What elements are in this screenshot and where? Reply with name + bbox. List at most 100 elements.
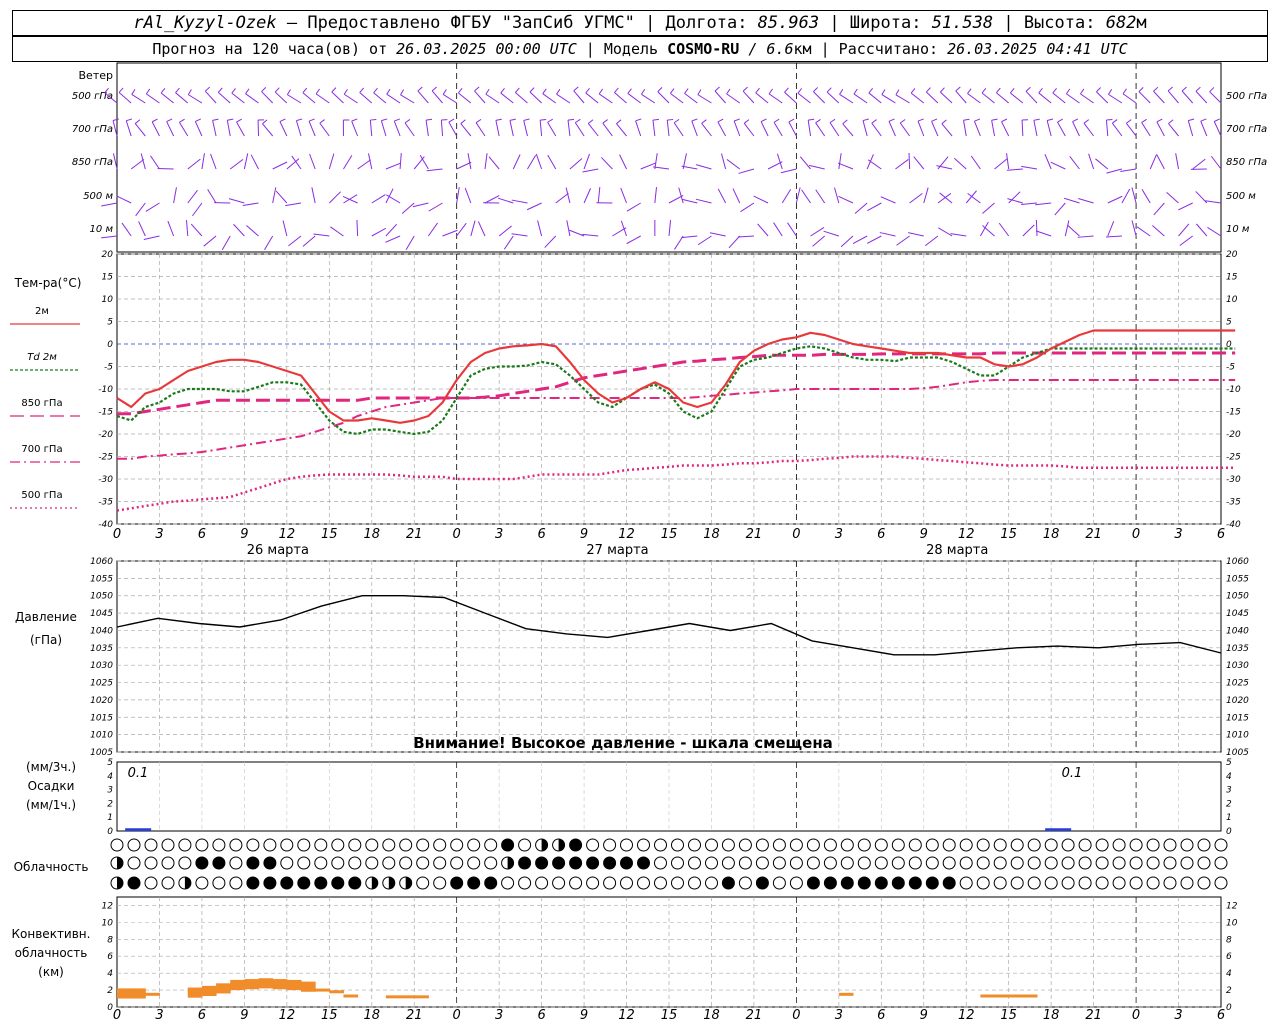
wind-barb bbox=[242, 202, 259, 207]
cloud-symbol bbox=[518, 856, 532, 870]
wind-barb bbox=[787, 222, 797, 237]
wind-barb bbox=[282, 220, 288, 237]
conv-bar bbox=[838, 992, 854, 996]
wind-barb-flag bbox=[888, 118, 895, 122]
wind-barb bbox=[203, 235, 217, 247]
panels: 20 2015 1510 105 50 0-5 -5-10 -10-15 -15-20 -20-2… bbox=[90, 62, 1249, 1023]
precip-title: Осадки bbox=[28, 779, 75, 793]
cloud-symbol bbox=[857, 876, 871, 890]
conv-ytick-right: 2 bbox=[1226, 986, 1232, 996]
wind-barb bbox=[871, 122, 882, 137]
wind-barb bbox=[512, 154, 521, 170]
wind-barb bbox=[1178, 202, 1193, 211]
wind-barb bbox=[840, 235, 854, 248]
wind-barb bbox=[773, 121, 783, 137]
wind-barb-flag bbox=[417, 86, 423, 92]
pressure-ytick-right: 1020 bbox=[1226, 696, 1249, 706]
wind-barb bbox=[641, 93, 656, 104]
cloud-symbol-half bbox=[388, 877, 395, 889]
conv-xtick: 0 bbox=[113, 1008, 121, 1023]
temp-xtick: 9 bbox=[240, 527, 248, 542]
wind-barb bbox=[484, 195, 500, 204]
wind-barb-flag bbox=[509, 118, 516, 121]
wind-barb-flag bbox=[587, 119, 594, 124]
day-label: 27 марта bbox=[586, 543, 648, 558]
cloud-symbol bbox=[959, 838, 973, 852]
cloud-symbol bbox=[671, 876, 684, 890]
wind-barb-flag bbox=[373, 87, 378, 94]
cloud-symbol bbox=[552, 856, 566, 870]
wind-barb bbox=[343, 93, 358, 104]
cloud-symbol bbox=[976, 856, 990, 870]
wind-barb-flag bbox=[895, 89, 900, 96]
wind-barb-flag bbox=[547, 118, 553, 123]
conv-bar bbox=[980, 994, 996, 998]
temp-ytick-left: -20 bbox=[98, 430, 113, 440]
wind-barb bbox=[526, 202, 542, 211]
temp-ytick-right: 10 bbox=[1226, 295, 1238, 305]
cloud-symbol bbox=[755, 876, 769, 890]
wind-barb bbox=[264, 235, 274, 250]
wind-barb bbox=[442, 94, 457, 104]
cloud-symbol bbox=[467, 876, 481, 890]
legend-label: Td 2м bbox=[27, 352, 57, 363]
temp-xtick: 12 bbox=[279, 527, 296, 542]
cloud-symbol bbox=[450, 856, 464, 870]
wind-barb-flag bbox=[669, 88, 675, 94]
cloud-symbol bbox=[806, 856, 820, 870]
wind-barb bbox=[812, 235, 826, 247]
temp-ytick-left: 5 bbox=[107, 318, 113, 328]
cloud-symbol-half bbox=[541, 839, 548, 851]
conv-bar bbox=[201, 985, 217, 996]
wind-barb bbox=[190, 223, 203, 237]
wind-barb bbox=[357, 159, 371, 170]
cloud-symbol bbox=[1010, 856, 1024, 870]
temp-ytick-left: -30 bbox=[98, 475, 113, 485]
temp-xtick: 3 bbox=[1174, 527, 1182, 542]
wind-barb-flag bbox=[900, 119, 906, 124]
wind-barb bbox=[308, 121, 316, 137]
wind-barb-flag bbox=[657, 87, 663, 92]
wind-barb bbox=[670, 92, 684, 104]
wind-barb-flag bbox=[991, 118, 998, 121]
cloud-symbol bbox=[654, 876, 667, 890]
cloud-symbol bbox=[1027, 876, 1041, 890]
wind-barb bbox=[359, 92, 373, 104]
conv-unit: (км) bbox=[38, 965, 64, 979]
wind-barb-flag bbox=[667, 118, 674, 121]
wind-barb bbox=[1205, 200, 1222, 204]
wind-barb bbox=[134, 123, 146, 137]
cloud-symbol bbox=[620, 838, 633, 852]
wind-barb bbox=[582, 168, 599, 173]
cloud-symbol bbox=[1027, 856, 1041, 870]
wind-level-label-left: 10 м bbox=[90, 224, 114, 235]
temp-ytick-right: -20 bbox=[1226, 430, 1241, 440]
cloud-symbol bbox=[178, 838, 192, 852]
wind-barb bbox=[233, 223, 245, 237]
wind-barb bbox=[1052, 92, 1066, 104]
cloud-symbol bbox=[161, 838, 175, 852]
wind-barb bbox=[302, 92, 316, 104]
wind-barb bbox=[1001, 121, 1010, 137]
cloud-symbol bbox=[144, 838, 158, 852]
wind-barb bbox=[328, 153, 335, 170]
wind-barb-flag bbox=[815, 119, 821, 124]
wind-barb bbox=[913, 156, 925, 170]
conv-ytick-left: 8 bbox=[107, 935, 113, 945]
cloud-symbol bbox=[671, 856, 684, 870]
wind-barb bbox=[657, 91, 670, 104]
wind-barb-flag bbox=[212, 118, 219, 121]
wind-barb bbox=[994, 158, 1008, 170]
pressure-warning: Внимание! Высокое давление - шкала смеще… bbox=[413, 734, 833, 752]
wind-barb bbox=[428, 202, 443, 212]
wind-barb bbox=[981, 92, 995, 104]
conv-xtick: 21 bbox=[406, 1008, 423, 1023]
wind-barb-flag bbox=[351, 118, 358, 122]
temp-ytick-right: -25 bbox=[1226, 453, 1241, 463]
wind-barb bbox=[652, 120, 656, 137]
precip-ytick-right: 5 bbox=[1226, 758, 1232, 768]
wind-barb bbox=[1077, 235, 1094, 238]
wind-barb-flag bbox=[1200, 118, 1207, 122]
wind-barb-flag bbox=[485, 88, 490, 95]
conv-ytick-right: 8 bbox=[1226, 935, 1232, 945]
